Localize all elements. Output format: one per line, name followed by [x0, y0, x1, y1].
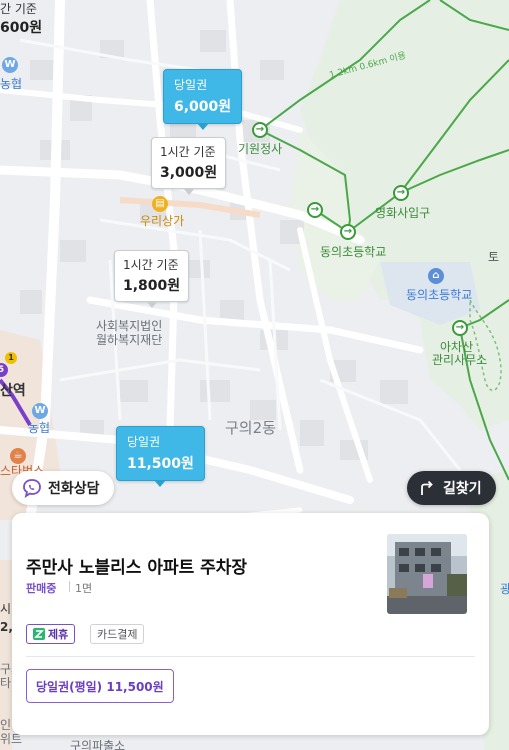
- pin-price: 3,000원: [160, 165, 218, 181]
- phone-consult-button[interactable]: 전화상담: [12, 471, 114, 505]
- photo-image: [387, 534, 467, 614]
- route-arrow-icon: [421, 480, 433, 495]
- pin-sub: 당일권: [127, 435, 161, 449]
- route-label: 길찾기: [443, 481, 482, 497]
- pin-sub: 1시간 기준: [160, 145, 216, 159]
- phone-chat-icon: [23, 479, 41, 498]
- pin-sub: 1시간 기준: [123, 258, 179, 272]
- status-badge: 판매중: [26, 582, 57, 595]
- trail-marker-icon[interactable]: →: [393, 185, 409, 201]
- route-button[interactable]: 길찾기: [407, 471, 496, 505]
- price-pin-daily-6000[interactable]: 당일권 6,000원: [163, 69, 243, 130]
- bank-icon[interactable]: W: [32, 403, 48, 419]
- price-pin-hour-1800[interactable]: 1시간 기준 1,800원: [114, 250, 190, 308]
- poi-dongui-elem[interactable]: 동의초등학교: [320, 243, 386, 260]
- divider: [69, 581, 70, 592]
- parking-lot-photo[interactable]: [387, 534, 467, 614]
- parking-lot-title: 주만사 노블리스 아파트 주차장: [26, 558, 248, 578]
- divider: [26, 656, 475, 657]
- partner-tag-label: 제휴: [48, 628, 69, 641]
- poi-station[interactable]: 산역: [0, 380, 26, 400]
- pin-sub: 당일권: [174, 78, 208, 92]
- price-pin-hour-3000[interactable]: 1시간 기준 3,000원: [151, 137, 227, 195]
- left-fragment-2: 600원: [0, 20, 43, 36]
- poi-police[interactable]: 구의파출소: [70, 737, 125, 750]
- parking-lot-card[interactable]: 주만사 노블리스 아파트 주차장 판매중 1면 제휴 카드결제 당일권(평일) …: [12, 513, 489, 735]
- school-icon[interactable]: ⌂: [428, 268, 444, 284]
- card-payment-tag-label: 카드결제: [97, 628, 138, 641]
- edge-label-gwang: 광: [500, 582, 509, 596]
- bank-icon[interactable]: W: [2, 57, 18, 73]
- trail-marker-icon[interactable]: →: [307, 202, 323, 218]
- left-fragment-1: 간 기준: [0, 2, 37, 16]
- partner-tag: 제휴: [26, 624, 76, 644]
- pin-price: 1,800원: [123, 278, 181, 294]
- phone-consult-label: 전화상담: [48, 481, 100, 497]
- poi-nonghyup-top[interactable]: 농협: [0, 75, 22, 92]
- poi-achasan-line2[interactable]: 관리사무소: [432, 351, 487, 368]
- pin-price: 6,000원: [174, 99, 232, 115]
- space-count: 1면: [75, 582, 93, 595]
- line-badge-icon: 1: [5, 352, 17, 364]
- price-pin-daily-11500[interactable]: 당일권 11,500원: [116, 426, 205, 487]
- district-label: 구의2동: [225, 419, 276, 437]
- ticket-option-button[interactable]: 당일권(평일) 11,500원: [26, 669, 174, 703]
- edge-label-to: 토: [488, 250, 500, 264]
- ticket-option-label: 당일권(평일) 11,500원: [36, 679, 164, 694]
- parking-partner-icon: [33, 628, 45, 640]
- trail-marker-icon[interactable]: →: [340, 224, 356, 240]
- poi-woori-sangga[interactable]: 우리상가: [140, 212, 184, 229]
- trail-marker-icon[interactable]: →: [252, 122, 268, 138]
- poi-nonghyup-left[interactable]: 농협: [28, 419, 50, 436]
- poi-welfare-line2[interactable]: 월하복지재단: [96, 331, 162, 348]
- card-payment-tag: 카드결제: [90, 624, 145, 644]
- poi-yeonghwasa[interactable]: 영화사입구: [375, 204, 430, 221]
- left-fragment-3: 시: [0, 602, 12, 616]
- pin-price: 11,500원: [127, 456, 194, 472]
- shopping-icon[interactable]: ▤: [152, 196, 168, 212]
- poi-giwon-temple[interactable]: 기원정사: [238, 140, 282, 157]
- trail-marker-icon[interactable]: →: [452, 320, 468, 336]
- poi-dongui-elem-2[interactable]: 동의초등학교: [406, 286, 472, 303]
